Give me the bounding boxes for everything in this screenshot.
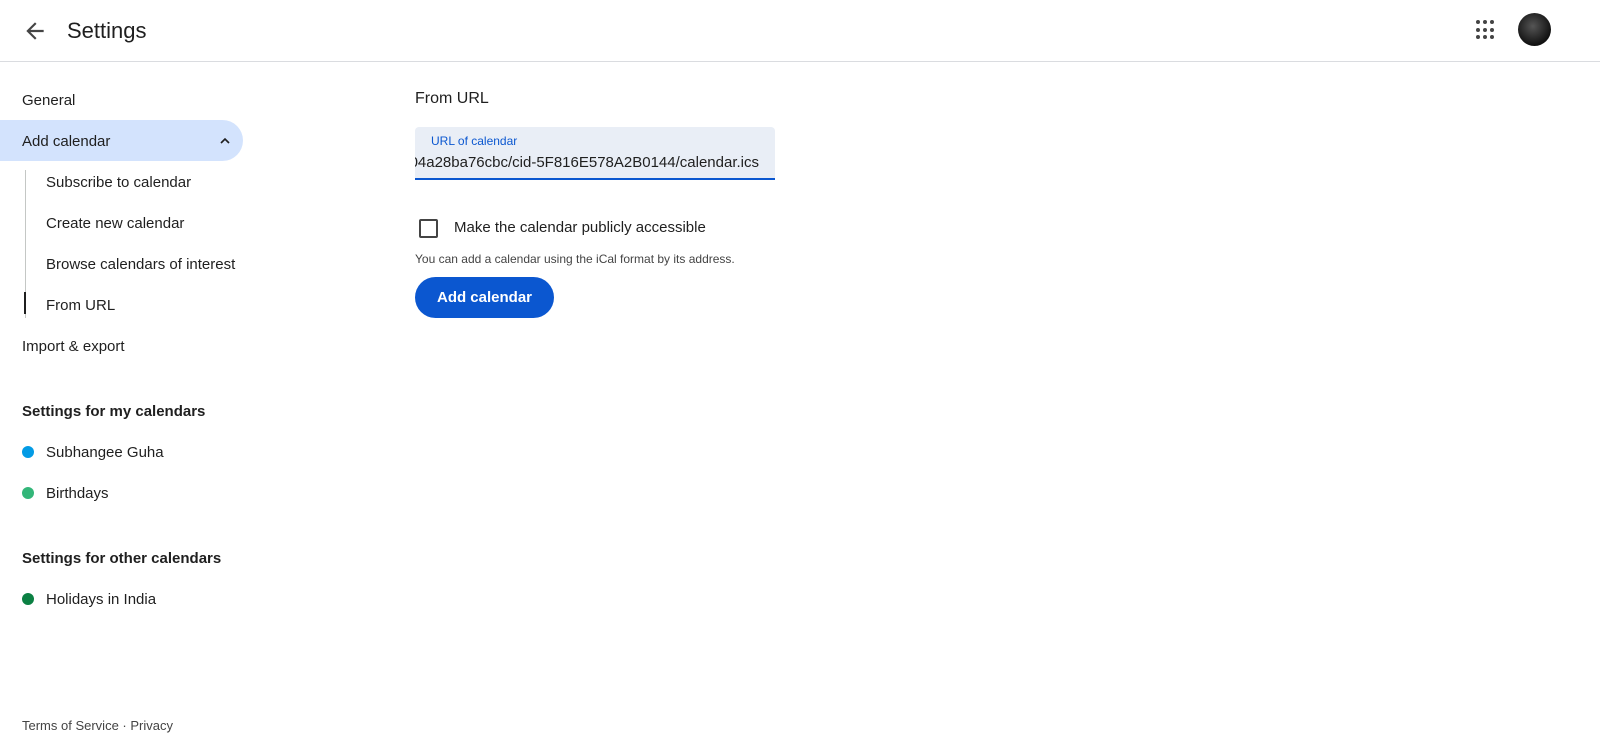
add-calendar-button[interactable]: Add calendar: [415, 277, 554, 318]
active-indicator: [24, 292, 26, 314]
sidebar-item-general[interactable]: General: [22, 92, 75, 109]
sidebar-item-import-export[interactable]: Import & export: [22, 338, 125, 355]
public-checkbox[interactable]: [419, 219, 438, 238]
page-title: Settings: [67, 18, 147, 43]
sidebar-item-subscribe[interactable]: Subscribe to calendar: [46, 174, 191, 191]
avatar[interactable]: [1518, 13, 1551, 46]
calendar-color-dot: [22, 487, 34, 499]
sidebar-item-from-url[interactable]: From URL: [46, 297, 115, 314]
top-bar: Settings: [0, 0, 1600, 62]
sidebar-item-subhangee-guha[interactable]: Subhangee Guha: [46, 444, 164, 461]
public-checkbox-label[interactable]: Make the calendar publicly accessible: [454, 219, 706, 236]
ical-hint: You can add a calendar using the iCal fo…: [415, 252, 735, 266]
my-calendars-heading: Settings for my calendars: [22, 403, 206, 420]
chevron-up-icon[interactable]: [217, 133, 233, 149]
sidebar-item-create-new[interactable]: Create new calendar: [46, 215, 184, 232]
calendar-color-dot: [22, 593, 34, 605]
sidebar-item-add-calendar-label[interactable]: Add calendar: [22, 133, 110, 150]
url-input-value[interactable]: 04a28ba76cbc/cid-5F816E578A2B0144/calend…: [415, 154, 759, 171]
privacy-link[interactable]: Privacy: [130, 718, 173, 733]
terms-link[interactable]: Terms of Service: [22, 718, 119, 733]
back-arrow-icon[interactable]: [22, 18, 48, 44]
sidebar-item-birthdays[interactable]: Birthdays: [46, 485, 109, 502]
section-title: From URL: [415, 90, 489, 107]
sidebar-item-holidays-india[interactable]: Holidays in India: [46, 591, 156, 608]
url-input-label: URL of calendar: [431, 134, 518, 148]
sidebar-item-browse[interactable]: Browse calendars of interest: [46, 256, 235, 273]
calendar-color-dot: [22, 446, 34, 458]
other-calendars-heading: Settings for other calendars: [22, 550, 222, 567]
apps-grid-icon[interactable]: [1476, 20, 1496, 40]
url-input[interactable]: URL of calendar 04a28ba76cbc/cid-5F816E5…: [415, 127, 775, 180]
footer: Terms of Service · Privacy: [22, 718, 173, 733]
